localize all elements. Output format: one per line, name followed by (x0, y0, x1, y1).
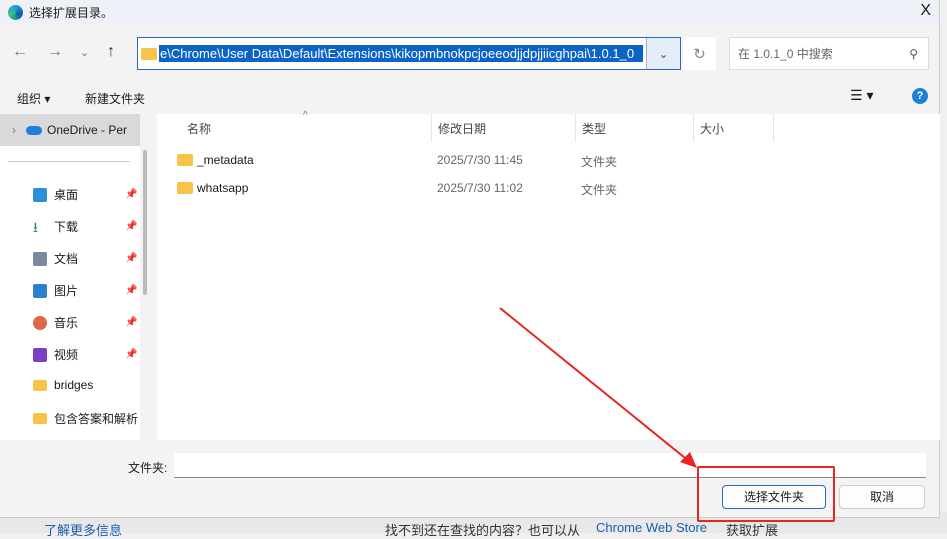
arrow-line (499, 307, 691, 463)
annotation-arrow (499, 307, 697, 468)
arrow-head (680, 452, 697, 468)
